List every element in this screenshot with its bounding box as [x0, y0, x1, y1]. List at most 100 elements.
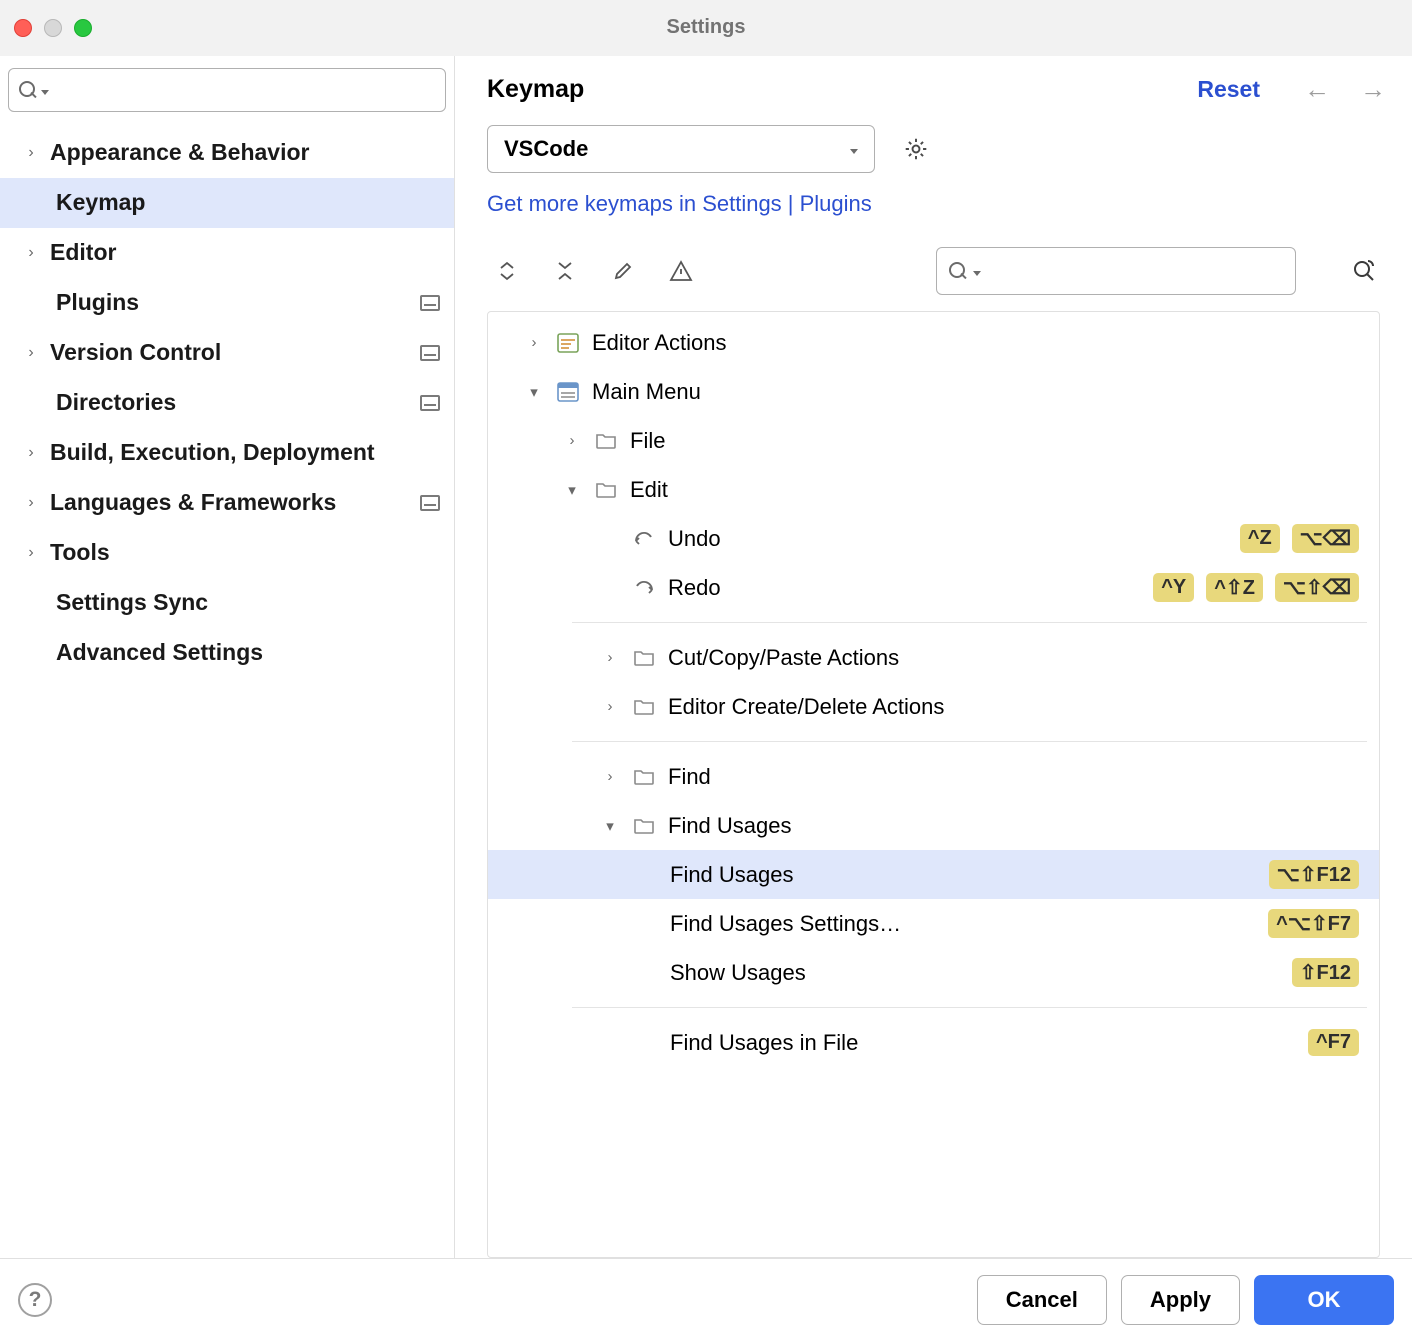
actions-search-input[interactable]	[936, 247, 1296, 295]
sidebar-item-editor[interactable]: ›Editor	[0, 228, 454, 278]
shortcut-badges: ⇧F12	[1292, 958, 1367, 987]
search-icon	[19, 81, 37, 99]
tree-row[interactable]: ›Find Usages in File^F7	[488, 1018, 1379, 1067]
chevron-right-icon: ›	[26, 244, 36, 262]
sidebar-item-label: Appearance & Behavior	[50, 140, 440, 165]
sidebar-item-languages-frameworks[interactable]: › Languages & Frameworks	[0, 478, 454, 528]
help-icon[interactable]: ?	[18, 1283, 52, 1317]
tree-row-label: Find Usages	[668, 813, 1367, 839]
forward-arrow-icon[interactable]: →	[1360, 74, 1386, 105]
tree-row[interactable]: ›Redo^Y^⇧Z⌥⇧⌫	[488, 563, 1379, 612]
editor-actions-icon	[556, 332, 580, 354]
tree-row[interactable]: ▾Edit	[488, 465, 1379, 514]
titlebar: Settings	[0, 0, 1412, 56]
minimize-window-button[interactable]	[44, 19, 62, 37]
sidebar-item-label: Keymap	[56, 190, 440, 215]
tree-row[interactable]: › File	[488, 416, 1379, 465]
sidebar-item-appearance-behavior[interactable]: › Appearance & Behavior	[0, 128, 454, 178]
sidebar-item-plugins[interactable]: Plugins	[0, 278, 454, 328]
sidebar-item-keymap[interactable]: Keymap	[0, 178, 454, 228]
collapse-all-icon[interactable]	[553, 259, 577, 283]
tree-row[interactable]: › Cut/Copy/Paste Actions	[488, 633, 1379, 682]
window-title: Settings	[0, 16, 1412, 39]
zoom-window-button[interactable]	[74, 19, 92, 37]
tree-row[interactable]: ›Editor Actions	[488, 318, 1379, 367]
sidebar-item-label: Version Control	[50, 340, 406, 365]
tree-row[interactable]: ›Find Usages⌥⇧F12	[488, 850, 1379, 899]
sidebar-item-advanced-settings[interactable]: Advanced Settings	[0, 628, 454, 678]
settings-nav: › Appearance & Behavior Keymap ›Editor Plugi…	[0, 122, 454, 684]
keymap-select[interactable]: VSCode	[487, 125, 875, 173]
sidebar-item-label: Languages & Frameworks	[50, 490, 406, 515]
chevron-right-icon: ›	[600, 768, 620, 785]
folder-icon	[632, 696, 656, 718]
tree-row-label: Cut/Copy/Paste Actions	[668, 645, 1367, 671]
edit-icon[interactable]	[611, 259, 635, 283]
chevron-right-icon: ›	[524, 334, 544, 351]
chevron-right-icon: ›	[26, 144, 36, 162]
sidebar-item-label: Build, Execution, Deployment	[50, 440, 440, 465]
expand-collapse-icon[interactable]	[495, 259, 519, 283]
sidebar-item-build-execution-deployment[interactable]: ›Build, Execution, Deployment	[0, 428, 454, 478]
page-title: Keymap	[487, 75, 584, 104]
sidebar-item-label: Plugins	[56, 290, 406, 315]
reset-link[interactable]: Reset	[1197, 76, 1260, 103]
tree-row[interactable]: ›Find Usages Settings…^⌥⇧F7	[488, 899, 1379, 948]
tree-row[interactable]: ▾ Find Usages	[488, 801, 1379, 850]
sidebar-item-label: Settings Sync	[56, 590, 440, 615]
project-badge-icon	[420, 395, 440, 411]
chevron-down-icon: ▾	[524, 383, 544, 401]
get-more-keymaps-link[interactable]: Get more keymaps in Settings | Plugins	[455, 173, 1412, 229]
apply-button[interactable]: Apply	[1121, 1275, 1240, 1325]
redo-icon	[632, 577, 656, 599]
keymap-select-value: VSCode	[504, 136, 588, 162]
shortcut-badge: ⇧F12	[1292, 958, 1359, 987]
undo-icon	[632, 528, 656, 550]
chevron-down-icon	[41, 90, 49, 95]
folder-icon	[632, 647, 656, 669]
gear-icon[interactable]	[903, 136, 929, 162]
tree-row-label: File	[630, 428, 1367, 454]
chevron-right-icon: ›	[562, 432, 582, 449]
ok-button[interactable]: OK	[1254, 1275, 1394, 1325]
close-window-button[interactable]	[14, 19, 32, 37]
back-arrow-icon[interactable]: ←	[1304, 74, 1330, 105]
sidebar-item-directories[interactable]: Directories	[0, 378, 454, 428]
shortcut-badge: ^F7	[1308, 1029, 1359, 1056]
search-icon	[949, 262, 967, 280]
shortcut-badges: ^⌥⇧F7	[1268, 909, 1367, 938]
actions-search-field[interactable]	[987, 261, 1283, 282]
sidebar-item-settings-sync[interactable]: Settings Sync	[0, 578, 454, 628]
chevron-down-icon: ▾	[600, 817, 620, 835]
main-menu-icon	[556, 381, 580, 403]
shortcut-badges: ^F7	[1308, 1029, 1367, 1056]
tree-row[interactable]: ▾Main Menu	[488, 367, 1379, 416]
sidebar-item-tools[interactable]: ›Tools	[0, 528, 454, 578]
chevron-right-icon: ›	[600, 649, 620, 666]
tree-row-label: Find Usages Settings…	[670, 911, 1256, 937]
sidebar-item-version-control[interactable]: ›Version Control	[0, 328, 454, 378]
chevron-right-icon: ›	[26, 544, 36, 562]
dialog-footer: ? Cancel Apply OK	[0, 1258, 1412, 1340]
find-by-shortcut-icon[interactable]	[1350, 257, 1380, 285]
sidebar-search-input[interactable]	[8, 68, 446, 112]
settings-sidebar: › Appearance & Behavior Keymap ›Editor Plugi…	[0, 56, 455, 1258]
tree-row-label: Find Usages in File	[670, 1030, 1296, 1056]
tree-row[interactable]: ›Undo^Z⌥⌫	[488, 514, 1379, 563]
tree-row-label: Find	[668, 764, 1367, 790]
shortcut-badge: ⌥⌫	[1292, 524, 1359, 553]
tree-row-label: Show Usages	[670, 960, 1280, 986]
shortcut-badge: ^⌥⇧F7	[1268, 909, 1359, 938]
tree-row[interactable]: ›Show Usages⇧F12	[488, 948, 1379, 997]
window-controls	[14, 19, 92, 37]
tree-row[interactable]: › Find	[488, 752, 1379, 801]
keymap-tree: ›Editor Actions▾Main Menu › File ▾Edit›Undo…	[487, 311, 1380, 1258]
chevron-right-icon: ›	[26, 494, 36, 512]
tree-row[interactable]: ›Editor Create/Delete Actions	[488, 682, 1379, 731]
sidebar-search-field[interactable]	[53, 80, 435, 101]
chevron-down-icon: ▾	[562, 481, 582, 499]
shortcut-badges: ^Y^⇧Z⌥⇧⌫	[1153, 573, 1367, 602]
warning-icon[interactable]	[669, 259, 693, 283]
cancel-button[interactable]: Cancel	[977, 1275, 1107, 1325]
chevron-right-icon: ›	[600, 698, 620, 715]
